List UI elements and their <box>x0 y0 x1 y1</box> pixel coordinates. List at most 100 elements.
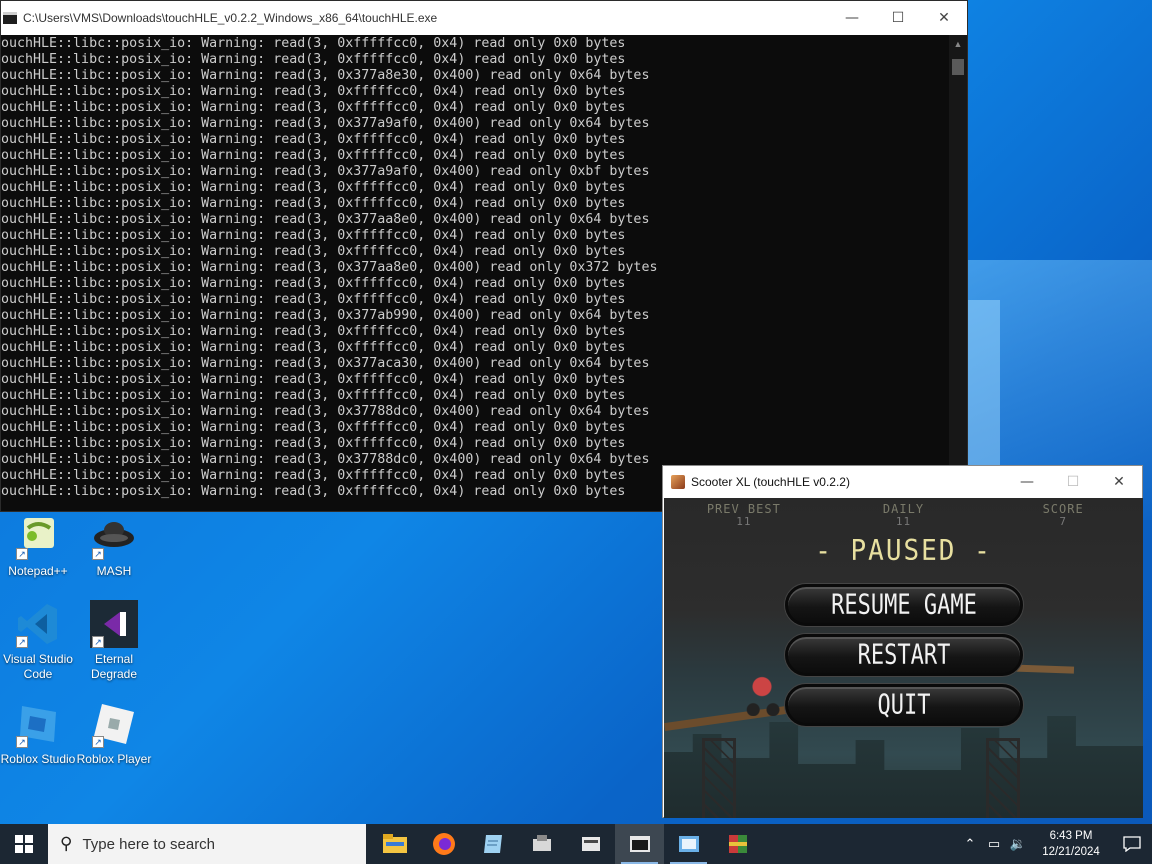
taskbar-console[interactable] <box>615 824 664 864</box>
console-line: touchHLE::libc::posix_io: Warning: read(… <box>1 388 626 403</box>
console-line: touchHLE::libc::posix_io: Warning: read(… <box>1 436 626 451</box>
paused-heading: - PAUSED - <box>815 534 992 568</box>
app-icon <box>532 835 551 851</box>
desktop-icon-label: Notepad++ <box>8 564 68 578</box>
notepad-plus-plus-icon: ↗ <box>14 512 62 560</box>
windows-logo-icon <box>15 835 33 853</box>
console-line: touchHLE::libc::posix_io: Warning: read(… <box>1 68 650 83</box>
taskbar-firefox[interactable] <box>419 824 468 864</box>
game-title: Scooter XL (touchHLE v0.2.2) <box>691 475 850 489</box>
taskbar-notepad[interactable] <box>468 824 517 864</box>
console-titlebar[interactable]: C:\Users\VMS\Downloads\touchHLE_v0.2.2_W… <box>1 1 967 35</box>
file-explorer-icon <box>382 834 407 853</box>
search-icon: ⚲ <box>60 834 73 853</box>
clock-time: 6:43 PM <box>1049 830 1093 842</box>
score-label: SCORE <box>1042 502 1084 516</box>
restart-label: RESTART <box>857 639 951 671</box>
console-line: touchHLE::libc::posix_io: Warning: read(… <box>1 324 626 339</box>
prev-best-value: 11 <box>736 515 752 528</box>
console-line: touchHLE::libc::posix_io: Warning: read(… <box>1 292 626 307</box>
firefox-icon <box>432 833 455 855</box>
scroll-thumb[interactable] <box>952 59 964 75</box>
system-tray: ⌃ ▭ 🔉 6:43 PM 12/21/2024 <box>958 824 1152 864</box>
console-window[interactable]: C:\Users\VMS\Downloads\touchHLE_v0.2.2_W… <box>0 0 968 512</box>
app-icon <box>581 837 600 851</box>
minimize-button[interactable]: — <box>1004 466 1050 498</box>
console-line: touchHLE::libc::posix_io: Warning: read(… <box>1 420 626 435</box>
volume-icon[interactable]: 🔉 <box>1006 837 1030 852</box>
taskbar-app-2[interactable] <box>566 824 615 864</box>
desktop-icon-vscode[interactable]: ↗ Visual Studio Code <box>0 600 76 682</box>
console-line: touchHLE::libc::posix_io: Warning: read(… <box>1 356 650 371</box>
close-button[interactable]: ✕ <box>921 1 967 35</box>
prev-best-stat: PREV BEST 11 <box>684 502 804 528</box>
maximize-button[interactable]: ☐ <box>875 1 921 35</box>
console-line: touchHLE::libc::posix_io: Warning: read(… <box>1 36 626 51</box>
taskbar-file-explorer[interactable] <box>370 824 419 864</box>
game-window[interactable]: Scooter XL (touchHLE v0.2.2) — ☐ ✕ PREV … <box>662 465 1143 818</box>
console-line: touchHLE::libc::posix_io: Warning: read(… <box>1 164 650 179</box>
desktop-icon-label: Roblox Studio <box>0 752 76 766</box>
eternal-degrade-icon: ↗ <box>90 600 138 648</box>
mash-icon: ↗ <box>90 512 138 560</box>
taskbar-winrar[interactable] <box>713 824 762 864</box>
scaffold-tower <box>986 738 1020 818</box>
console-line: touchHLE::libc::posix_io: Warning: read(… <box>1 260 658 275</box>
notification-icon <box>1123 836 1141 852</box>
taskbar-search-box[interactable]: ⚲ Type here to search <box>48 824 366 864</box>
notepad-icon <box>483 835 502 853</box>
console-scrollbar[interactable]: ▲ <box>949 35 967 511</box>
close-button[interactable]: ✕ <box>1096 466 1142 498</box>
start-button[interactable] <box>0 824 48 864</box>
roblox-player-icon: ↗ <box>90 700 138 748</box>
taskbar-app-1[interactable] <box>517 824 566 864</box>
quit-button[interactable]: QUIT <box>785 684 1023 726</box>
resume-game-button[interactable]: RESUME GAME <box>785 584 1023 626</box>
clock-date: 12/21/2024 <box>1042 846 1100 858</box>
taskbar-app-3[interactable] <box>664 824 713 864</box>
scooter-rider <box>740 674 784 716</box>
console-line: touchHLE::libc::posix_io: Warning: read(… <box>1 196 626 211</box>
clock[interactable]: 6:43 PM 12/21/2024 <box>1036 828 1106 860</box>
desktop-icon-label: MASH <box>96 564 132 578</box>
score-value: 7 <box>1059 515 1067 528</box>
scroll-up-arrow-icon[interactable]: ▲ <box>949 35 967 53</box>
roblox-studio-icon: ↗ <box>14 700 62 748</box>
game-viewport[interactable]: PREV BEST 11 DAILY 11 SCORE 7 - PAUSED -… <box>664 498 1143 818</box>
console-line: touchHLE::libc::posix_io: Warning: read(… <box>1 228 626 243</box>
console-line: touchHLE::libc::posix_io: Warning: read(… <box>1 212 650 227</box>
restart-button[interactable]: RESTART <box>785 634 1023 676</box>
chevron-up-icon[interactable]: ⌃ <box>958 837 982 852</box>
desktop-icon-mash[interactable]: ↗ MASH <box>76 512 152 579</box>
score-stat: SCORE 7 <box>1003 502 1123 528</box>
shortcut-arrow-icon: ↗ <box>16 636 28 648</box>
console-line: touchHLE::libc::posix_io: Warning: read(… <box>1 84 626 99</box>
desktop-icon-roblox-studio[interactable]: ↗ Roblox Studio <box>0 700 76 767</box>
shortcut-arrow-icon: ↗ <box>16 548 28 560</box>
game-titlebar[interactable]: Scooter XL (touchHLE v0.2.2) — ☐ ✕ <box>663 466 1142 498</box>
maximize-button[interactable]: ☐ <box>1050 466 1096 498</box>
search-placeholder: Type here to search <box>82 835 216 853</box>
taskbar-apps <box>370 824 762 864</box>
desktop-icon-notepad-plus-plus[interactable]: ↗ Notepad++ <box>0 512 76 579</box>
minimize-button[interactable]: — <box>829 1 875 35</box>
console-icon <box>3 12 17 24</box>
quit-label: QUIT <box>877 689 931 721</box>
network-icon[interactable]: ▭ <box>982 837 1006 852</box>
resume-game-label: RESUME GAME <box>831 589 977 621</box>
taskbar: ⚲ Type here to search ⌃ ▭ 🔉 6:43 PM 12/2… <box>0 824 1152 864</box>
console-output[interactable]: touchHLE::libc::posix_io: Warning: read(… <box>1 35 949 511</box>
desktop-icon-label: Eternal Degrade <box>90 652 138 681</box>
winrar-icon <box>728 835 747 853</box>
desktop-icon-eternal-degrade[interactable]: ↗ Eternal Degrade <box>76 600 152 682</box>
desktop-icon-roblox-player[interactable]: ↗ Roblox Player <box>76 700 152 767</box>
console-title: C:\Users\VMS\Downloads\touchHLE_v0.2.2_W… <box>23 11 438 25</box>
scooter-app-icon <box>671 475 685 489</box>
app-icon <box>678 836 699 852</box>
scaffold-tower <box>702 738 736 818</box>
console-line: touchHLE::libc::posix_io: Warning: read(… <box>1 404 650 419</box>
console-line: touchHLE::libc::posix_io: Warning: read(… <box>1 276 626 291</box>
desktop-icon-label: Roblox Player <box>76 752 152 766</box>
console-line: touchHLE::libc::posix_io: Warning: read(… <box>1 52 626 67</box>
notification-center-button[interactable] <box>1112 824 1152 864</box>
